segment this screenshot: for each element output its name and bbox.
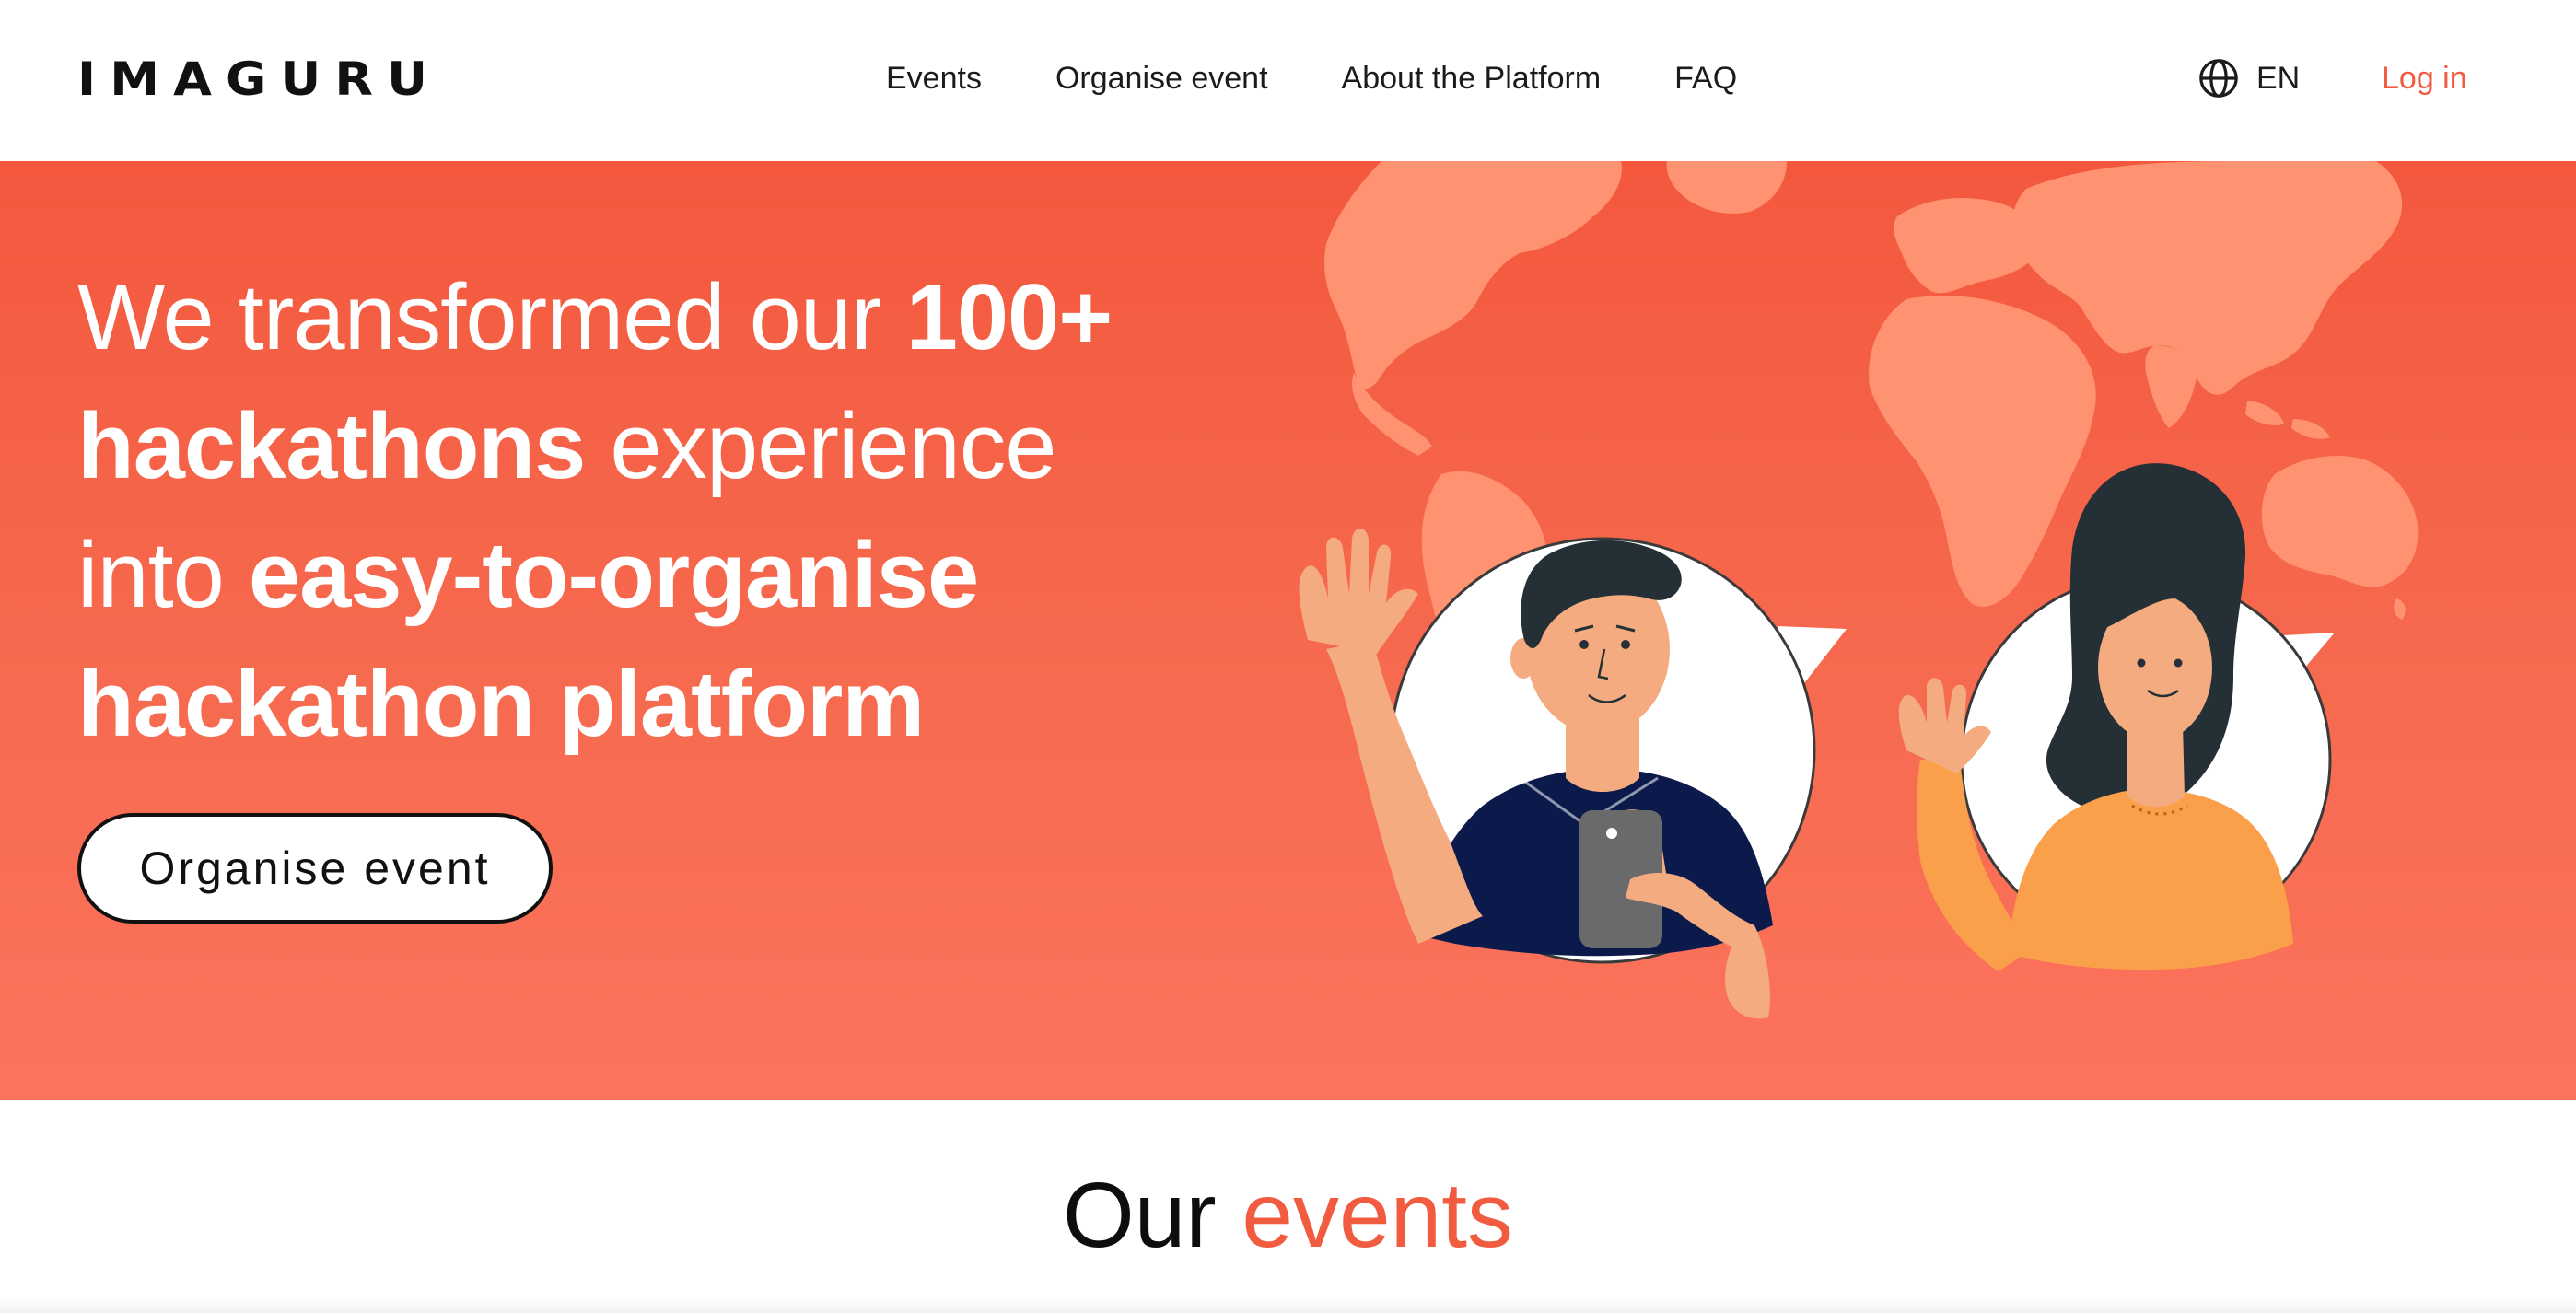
hero-headline: We transformed our 100+ hackathons exper… <box>77 253 1275 769</box>
imaguru-logo[interactable]: IMAGURU <box>77 53 441 105</box>
hero-text-line3-bold: easy-to-organise <box>248 524 979 627</box>
hero-text-line4-bold: hackathon platform <box>77 653 925 756</box>
nav-link-about-platform[interactable]: About the Platform <box>1342 61 1602 97</box>
our-events-heading-part2: events <box>1241 1164 1514 1267</box>
nav-link-events[interactable]: Events <box>886 61 982 97</box>
main-nav: Events Organise event About the Platform… <box>886 55 1811 101</box>
language-selector[interactable]: EN <box>2197 55 2300 101</box>
site-header: IMAGURU Events Organise event About the … <box>0 0 2576 161</box>
nav-link-faq[interactable]: FAQ <box>1674 61 1737 97</box>
nav-link-organise-event[interactable]: Organise event <box>1055 61 1268 97</box>
our-events-heading-part1: Our <box>1062 1164 1242 1267</box>
hero-text-line1-regular: We transformed our <box>77 266 906 369</box>
hero-text-line2-bold: hackathons <box>77 395 586 498</box>
organise-event-button[interactable]: Organise event <box>77 813 553 924</box>
section-divider <box>0 1298 2576 1313</box>
hero-text-line2-regular: experience <box>585 395 1056 498</box>
language-label: EN <box>2256 60 2301 96</box>
our-events-heading: Our events <box>0 1160 2576 1271</box>
globe-icon <box>2199 59 2238 98</box>
hero-text-line1-bold: 100+ <box>905 266 1113 369</box>
hero-banner: We transformed our 100+ hackathons exper… <box>0 161 2576 1100</box>
man-waving-figure <box>1299 528 1847 1019</box>
hero-text-line3-regular: into <box>77 524 249 627</box>
world-map-people-illustration <box>1299 161 2419 1019</box>
login-link[interactable]: Log in <box>2382 55 2467 101</box>
